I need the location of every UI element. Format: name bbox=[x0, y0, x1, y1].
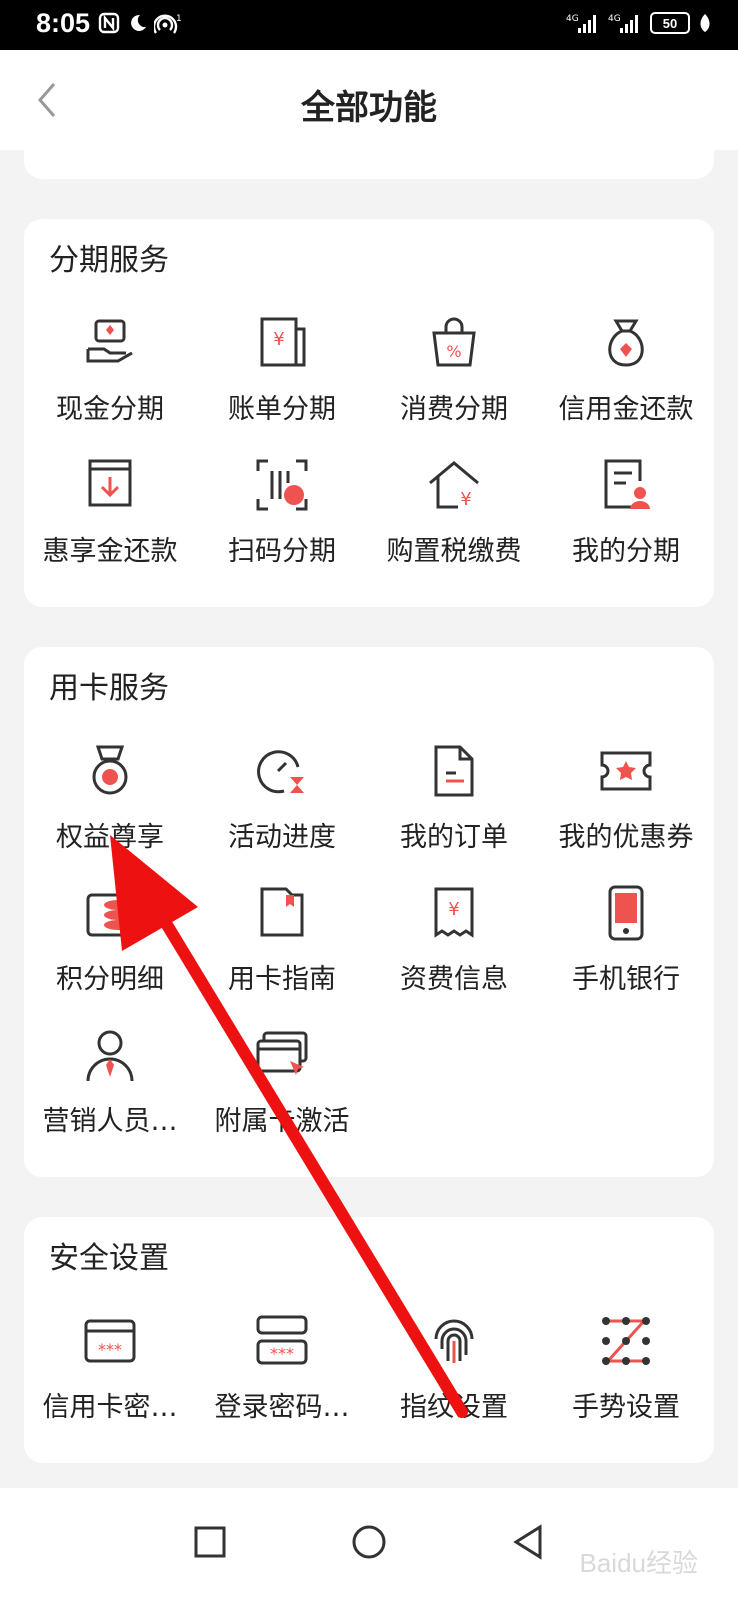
consumption-installment-item[interactable]: % 消费分期 bbox=[368, 315, 540, 426]
scan-installment-item[interactable]: 扫码分期 bbox=[196, 457, 368, 568]
previous-section-card bbox=[24, 150, 714, 179]
svg-text:4G: 4G bbox=[608, 14, 621, 24]
home-circle-icon[interactable] bbox=[339, 1512, 399, 1572]
medal-icon bbox=[92, 745, 128, 795]
svg-text:¥: ¥ bbox=[273, 329, 284, 350]
scan-code-icon bbox=[256, 459, 308, 511]
recent-apps-square-icon[interactable] bbox=[180, 1512, 240, 1572]
status-bar: 8:05 1 4G 4G 50 bbox=[0, 0, 738, 50]
login-password-icon: *** bbox=[256, 1315, 308, 1365]
nfc-icon bbox=[98, 12, 120, 34]
my-installment-item[interactable]: 我的分期 bbox=[540, 457, 712, 568]
supplementary-card-activation-item[interactable]: 附属卡激活 bbox=[196, 1027, 368, 1138]
activity-progress-item[interactable]: 活动进度 bbox=[196, 743, 368, 854]
bill-installment-item[interactable]: ¥ 账单分期 bbox=[196, 315, 368, 426]
svg-text:***: *** bbox=[270, 1344, 294, 1363]
card-activate-icon bbox=[256, 1031, 308, 1075]
cash-hand-icon bbox=[86, 319, 133, 363]
fee-receipt-icon: ¥ bbox=[434, 887, 474, 938]
timer-icon bbox=[257, 750, 304, 794]
credit-repayment-item[interactable]: 信用金还款 bbox=[540, 315, 712, 426]
svg-text:4G: 4G bbox=[566, 14, 579, 24]
mobile-phone-icon bbox=[608, 885, 644, 941]
card-services-card: 用卡服务 权益尊享 活动进度 我的订单 我的优惠券 积分明细 用卡指南 ¥ 资费… bbox=[24, 647, 714, 1177]
leaf-icon bbox=[700, 14, 710, 32]
page-title: 全部功能 bbox=[301, 88, 437, 128]
svg-text:¥: ¥ bbox=[460, 489, 471, 510]
order-document-icon bbox=[434, 745, 474, 797]
card-password-item[interactable]: *** 信用卡密… bbox=[24, 1313, 196, 1424]
content-area[interactable]: 分期服务 现金分期 ¥ 账单分期 % 消费分期 信用金还款 惠享金还款 扫码分期… bbox=[0, 150, 738, 1488]
download-box-icon bbox=[88, 459, 132, 507]
coupon-star-icon bbox=[600, 751, 652, 791]
installment-services-card: 分期服务 现金分期 ¥ 账单分期 % 消费分期 信用金还款 惠享金还款 扫码分期… bbox=[24, 219, 714, 607]
gesture-pattern-icon bbox=[602, 1317, 650, 1365]
card-password-icon: *** bbox=[84, 1319, 136, 1363]
fee-info-item[interactable]: ¥ 资费信息 bbox=[368, 885, 540, 996]
bill-yuan-icon: ¥ bbox=[260, 317, 306, 367]
back-triangle-icon[interactable] bbox=[498, 1512, 558, 1572]
marketing-staff-item[interactable]: 营销人员… bbox=[24, 1027, 196, 1138]
hotspot-icon: 1 bbox=[154, 14, 182, 34]
my-coupons-item[interactable]: 我的优惠券 bbox=[540, 743, 712, 854]
svg-text:1: 1 bbox=[176, 14, 182, 24]
moon-icon bbox=[131, 14, 146, 31]
fingerprint-icon bbox=[434, 1319, 474, 1363]
battery-icon: 50 bbox=[650, 12, 690, 34]
house-yuan-icon: ¥ bbox=[429, 461, 479, 510]
shopping-bag-icon: % bbox=[432, 317, 476, 367]
security-settings-card: 安全设置 *** 信用卡密… *** 登录密码… 指纹设置 手势设置 bbox=[24, 1217, 714, 1463]
system-nav-bar: Baidu经验 bbox=[0, 1488, 738, 1600]
cash-installment-item[interactable]: 现金分期 bbox=[24, 315, 196, 426]
status-time: 8:05 bbox=[36, 8, 91, 38]
svg-text:***: *** bbox=[98, 1340, 122, 1359]
status-right-icons: 4G 4G 50 bbox=[566, 12, 712, 34]
svg-text:¥: ¥ bbox=[448, 899, 459, 920]
nav-bar: 全部功能 bbox=[0, 50, 738, 150]
card-guide-item[interactable]: 用卡指南 bbox=[196, 885, 368, 996]
document-person-icon bbox=[604, 459, 650, 509]
salesperson-icon bbox=[86, 1030, 134, 1082]
section-title: 安全设置 bbox=[49, 1241, 169, 1276]
section-title: 分期服务 bbox=[49, 243, 169, 278]
watermark: Baidu经验 bbox=[579, 1548, 699, 1578]
mobile-banking-item[interactable]: 手机银行 bbox=[540, 885, 712, 996]
points-coins-icon bbox=[86, 893, 132, 937]
gesture-settings-item[interactable]: 手势设置 bbox=[540, 1313, 712, 1424]
my-orders-item[interactable]: 我的订单 bbox=[368, 743, 540, 854]
money-bag-icon bbox=[608, 319, 644, 367]
guide-book-icon bbox=[260, 887, 304, 937]
rights-enjoy-item[interactable]: 权益尊享 bbox=[24, 743, 196, 854]
login-password-item[interactable]: *** 登录密码… bbox=[196, 1313, 368, 1424]
signal-icon: 4G bbox=[608, 14, 638, 33]
svg-text:%: % bbox=[446, 342, 461, 361]
fingerprint-settings-item[interactable]: 指纹设置 bbox=[368, 1313, 540, 1424]
section-title: 用卡服务 bbox=[49, 671, 169, 706]
purchase-tax-item[interactable]: ¥ 购置税缴费 bbox=[368, 457, 540, 568]
signal-icon: 4G bbox=[566, 14, 596, 33]
points-detail-item[interactable]: 积分明细 bbox=[24, 885, 196, 996]
status-left-icons: 1 bbox=[98, 12, 182, 34]
huixiang-repayment-item[interactable]: 惠享金还款 bbox=[24, 457, 196, 568]
